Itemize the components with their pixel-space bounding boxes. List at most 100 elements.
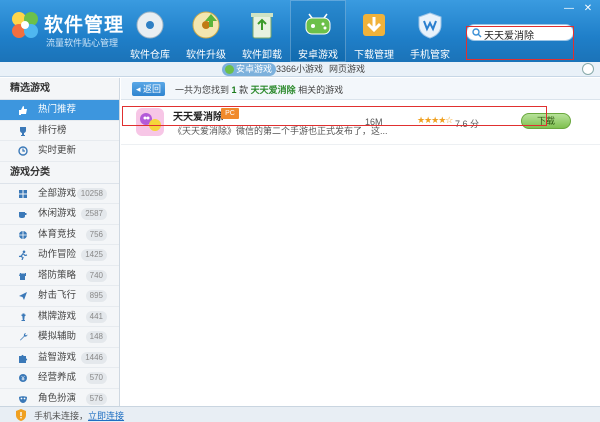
minimize-button[interactable]: — — [561, 3, 577, 16]
sidebar-item-category[interactable]: 全部游戏 10258 — [0, 184, 119, 204]
sidebar-item-label: 棋牌游戏 — [38, 310, 77, 322]
nav-download-manager[interactable]: 下载管理 — [346, 0, 402, 62]
status-text: 手机未连接， — [34, 411, 89, 421]
sidebar-item-category[interactable]: 休闲游戏 2587 — [0, 204, 119, 225]
thumbs-up-icon — [19, 106, 27, 115]
sidebar-item-label: 动作冒险 — [38, 249, 77, 260]
category-count-badge: 740 — [85, 269, 107, 282]
sidebar-item-label: 射击飞行 — [38, 290, 77, 301]
nav-phone-manager[interactable]: 手机管家 — [402, 0, 458, 62]
android-gamepad-icon — [305, 13, 331, 35]
upgrade-disc-icon — [192, 11, 220, 39]
tab-label: 3366小游戏 — [276, 64, 324, 74]
category-count-badge: 756 — [85, 228, 107, 241]
nav-label: 安卓游戏 — [298, 50, 338, 61]
nav-android-games[interactable]: 安卓游戏 — [290, 0, 346, 62]
sidebar-item-category[interactable]: 益智游戏 1446 — [0, 348, 119, 368]
sidebar-item-category[interactable]: 塔防策略 740 — [0, 266, 119, 286]
sidebar-item-category[interactable]: 棋牌游戏 441 — [0, 307, 119, 327]
main-nav: 软件仓库 软件升级 软件卸载 安卓游戏 下载管理 手机管家 — [122, 0, 458, 62]
sidebar-item-label: 模拟辅助 — [38, 331, 77, 342]
sidebar-item-label: 全部游戏 — [38, 187, 77, 199]
sidebar-item-category[interactable]: 模拟辅助 148 — [0, 327, 119, 348]
nav-label: 软件仓库 — [130, 50, 170, 61]
chess-icon — [21, 313, 26, 321]
sidebar-item-label: 实时更新 — [38, 145, 77, 156]
sidebar-item-label: 塔防策略 — [38, 269, 77, 281]
sidebar-item-label: 排行榜 — [38, 124, 67, 136]
refresh-icon[interactable] — [582, 63, 594, 75]
recycle-bin-icon — [251, 13, 273, 39]
category-count-badge: 10258 — [76, 187, 107, 200]
download-icon — [363, 14, 385, 36]
sidebar: 精选游戏 热门推荐 排行榜 实时更新 游戏分类 全部游戏 10258 休闲游戏 258… — [0, 78, 120, 406]
sidebar-item-hot[interactable]: 热门推荐 — [0, 100, 119, 121]
category-count-badge: 441 — [85, 310, 107, 323]
disc-icon — [136, 11, 164, 39]
trophy-icon — [20, 126, 26, 136]
nav-software-store[interactable]: 软件仓库 — [122, 0, 178, 62]
sidebar-item-category[interactable]: 动作冒险 1425 — [0, 245, 119, 266]
sidebar-item-label: 休闲游戏 — [38, 208, 77, 219]
app-logo-icon — [12, 12, 38, 38]
sidebar-item-updates[interactable]: 实时更新 — [0, 141, 119, 162]
shield-icon — [418, 12, 442, 39]
result-count: 1 — [231, 85, 237, 95]
sidebar-item-category[interactable]: 体育竞技 756 — [0, 225, 119, 245]
result-summary: 一共为您找到 1 款 天天爱消除 相关的游戏 — [175, 83, 343, 96]
tower-icon — [19, 272, 26, 280]
sub-tab-bar: 安卓游戏 3366小游戏 网页游戏 — [0, 62, 600, 77]
nav-software-upgrade[interactable]: 软件升级 — [178, 0, 234, 62]
clock-icon — [18, 146, 28, 156]
nav-software-uninstall[interactable]: 软件卸载 — [234, 0, 290, 62]
result-highlight-box — [122, 106, 547, 126]
app-title: 软件管理 — [44, 15, 125, 36]
sidebar-item-category[interactable]: 射击飞行 895 — [0, 286, 119, 307]
puzzle-icon — [19, 354, 28, 363]
category-list: 全部游戏 10258 休闲游戏 2587 体育竞技 756 动作冒险 1425 塔防策略 740 射… — [0, 184, 119, 407]
coffee-icon — [19, 212, 27, 218]
nav-label: 软件卸载 — [242, 50, 282, 61]
app-subtitle: 流量软件贴心管理 — [46, 38, 119, 48]
nav-label: 下载管理 — [354, 50, 394, 61]
back-button[interactable]: ◂ 返回 — [132, 82, 165, 96]
section-heading: 游戏分类 — [0, 162, 119, 184]
sidebar-item-category[interactable]: 角色扮演 576 — [0, 389, 119, 407]
sidebar-item-ranking[interactable]: 排行榜 — [0, 121, 119, 141]
category-count-badge: 1425 — [81, 249, 107, 261]
nav-label: 手机管家 — [410, 50, 450, 61]
grid-icon — [19, 189, 27, 198]
result-suffix: 相关的游戏 — [298, 85, 344, 95]
runner-icon — [18, 250, 28, 260]
connection-status: 手机未连接，立即连接 — [34, 409, 124, 422]
close-button[interactable]: ✕ — [580, 3, 596, 16]
sidebar-item-label: 益智游戏 — [38, 351, 77, 363]
warning-shield-icon — [16, 409, 26, 421]
tab-3366-minigames[interactable]: 3366小游戏 — [276, 63, 323, 76]
result-prefix: 一共为您找到 — [175, 85, 230, 95]
sidebar-item-category[interactable]: ¥ 经营养成 570 — [0, 368, 119, 389]
connect-link[interactable]: 立即连接 — [88, 411, 124, 421]
tab-label: 安卓游戏 — [236, 64, 273, 74]
sidebar-item-label: 经营养成 — [38, 372, 77, 383]
tab-android-games[interactable]: 安卓游戏 — [222, 63, 277, 76]
status-bar: 手机未连接，立即连接 — [0, 406, 600, 422]
category-count-badge: 895 — [85, 290, 107, 302]
search-highlight-box — [466, 26, 574, 60]
result-bar: ◂ 返回 一共为您找到 1 款 天天爱消除 相关的游戏 — [121, 78, 600, 100]
main-content: ◂ 返回 一共为您找到 1 款 天天爱消除 相关的游戏 天天爱消除 PC 《天天… — [121, 78, 600, 406]
android-dot-icon — [225, 65, 234, 74]
category-count-badge: 1446 — [81, 351, 107, 364]
sidebar-item-label: 热门推荐 — [38, 104, 77, 115]
sidebar-item-label: 体育竞技 — [38, 228, 77, 240]
tab-label: 网页游戏 — [329, 64, 366, 74]
tab-web-games[interactable]: 网页游戏 — [329, 63, 365, 76]
ball-icon — [19, 230, 27, 239]
result-keyword: 天天爱消除 — [250, 85, 296, 95]
window-controls: — ✕ — [561, 3, 596, 16]
category-count-badge: 570 — [85, 372, 107, 384]
sidebar-item-label: 角色扮演 — [38, 392, 77, 404]
wrench-icon — [20, 333, 28, 341]
section-heading: 精选游戏 — [0, 78, 119, 100]
nav-label: 软件升级 — [186, 50, 226, 61]
